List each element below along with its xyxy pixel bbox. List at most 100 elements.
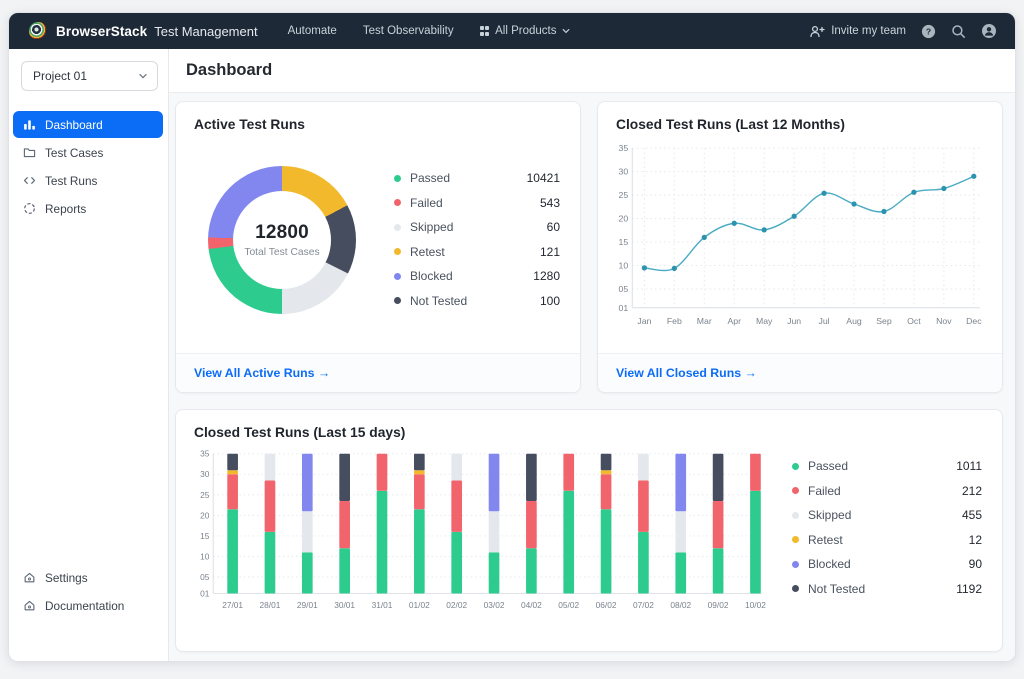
legend-value: 121 xyxy=(540,245,560,259)
app-window: BrowserStack Test Management Automate Te… xyxy=(8,12,1016,662)
primary-nav: Automate Test Observability All Products xyxy=(288,25,571,37)
page-title: Dashboard xyxy=(186,61,272,80)
legend-item-skipped: Skipped 60 xyxy=(394,215,560,240)
card-footer: View All Closed Runs → xyxy=(598,353,1002,392)
nav-link-all-products[interactable]: All Products xyxy=(480,25,571,37)
sidebar-item-documentation[interactable]: Documentation xyxy=(13,592,163,619)
sidebar-item-reports[interactable]: Reports xyxy=(13,195,163,222)
svg-text:01: 01 xyxy=(619,303,629,313)
svg-text:02/02: 02/02 xyxy=(446,600,467,610)
svg-text:06/02: 06/02 xyxy=(596,600,617,610)
svg-text:10: 10 xyxy=(619,261,629,271)
project-selector-value: Project 01 xyxy=(33,69,87,83)
closed-runs-legend: Passed1011Failed212Skipped455Retest12Blo… xyxy=(792,454,982,601)
svg-text:20: 20 xyxy=(619,214,629,224)
svg-text:29/01: 29/01 xyxy=(297,600,318,610)
reports-icon xyxy=(23,202,36,215)
legend-value: 1011 xyxy=(956,459,982,473)
svg-text:30: 30 xyxy=(200,469,210,479)
sidebar-item-test-cases[interactable]: Test Cases xyxy=(13,139,163,166)
svg-text:10/02: 10/02 xyxy=(745,600,766,610)
svg-text:08/02: 08/02 xyxy=(670,600,691,610)
line-chart: 3530252015100501JanFebMarAprMayJunJulAug… xyxy=(608,136,990,334)
legend-item-not_tested: Not Tested100 xyxy=(394,289,560,314)
legend-dot xyxy=(394,224,401,231)
person-plus-icon xyxy=(810,25,825,38)
project-selector[interactable]: Project 01 xyxy=(21,61,158,91)
nav-link-test-observability[interactable]: Test Observability xyxy=(363,25,454,37)
legend-label: Skipped xyxy=(410,220,453,234)
svg-text:Aug: Aug xyxy=(846,316,862,326)
legend-value: 543 xyxy=(540,196,560,210)
legend-item-blocked: Blocked90 xyxy=(792,552,982,577)
sidebar-item-label: Settings xyxy=(45,571,88,585)
legend-dot xyxy=(394,297,401,304)
legend-dot xyxy=(394,175,401,182)
legend-value: 1280 xyxy=(533,269,560,283)
legend-value: 60 xyxy=(547,220,560,234)
search-icon xyxy=(951,24,966,39)
svg-text:Feb: Feb xyxy=(667,316,682,326)
legend-item-failed: Failed543 xyxy=(394,191,560,216)
legend-item-retest: Retest12 xyxy=(792,528,982,553)
legend-value: 212 xyxy=(962,484,982,498)
legend-dot xyxy=(394,248,401,255)
svg-text:04/02: 04/02 xyxy=(521,600,542,610)
invite-my-team-button[interactable]: Invite my team xyxy=(810,25,906,38)
svg-text:35: 35 xyxy=(200,449,210,459)
help-button[interactable]: ? xyxy=(921,24,936,39)
svg-text:Apr: Apr xyxy=(727,316,741,326)
svg-text:30/01: 30/01 xyxy=(334,600,355,610)
legend-label: Skipped xyxy=(808,508,851,522)
view-all-active-runs-link[interactable]: View All Active Runs → xyxy=(194,366,330,380)
legend-value: 455 xyxy=(962,508,982,522)
closed-test-runs-15-days-card: Closed Test Runs (Last 15 days) 35302520… xyxy=(175,409,1003,652)
chevron-down-icon xyxy=(138,71,148,81)
folder-icon xyxy=(23,146,36,159)
legend-item-retest: Retest121 xyxy=(394,240,560,265)
svg-text:35: 35 xyxy=(619,143,629,153)
view-all-closed-runs-link[interactable]: View All Closed Runs → xyxy=(616,366,757,380)
legend-dot xyxy=(792,463,799,470)
top-nav: BrowserStack Test Management Automate Te… xyxy=(9,13,1015,49)
svg-text:Jan: Jan xyxy=(637,316,651,326)
sidebar-item-label: Documentation xyxy=(45,599,124,613)
legend-label: Not Tested xyxy=(808,582,865,596)
svg-text:May: May xyxy=(756,316,773,326)
nav-link-automate[interactable]: Automate xyxy=(288,25,337,37)
svg-text:10: 10 xyxy=(200,551,210,561)
sidebar-item-test-runs[interactable]: Test Runs xyxy=(13,167,163,194)
search-button[interactable] xyxy=(951,24,966,39)
legend-label: Blocked xyxy=(808,557,851,571)
sidebar-item-dashboard[interactable]: Dashboard xyxy=(13,111,163,138)
svg-text:25: 25 xyxy=(619,190,629,200)
account-button[interactable] xyxy=(981,23,997,39)
bar-chart-icon xyxy=(23,118,36,131)
total-test-cases-label: Total Test Cases xyxy=(244,247,319,258)
sidebar-item-label: Dashboard xyxy=(45,118,103,132)
legend-dot xyxy=(792,561,799,568)
legend-value: 100 xyxy=(540,294,560,308)
sidebar-item-label: Test Cases xyxy=(45,146,103,160)
legend-label: Passed xyxy=(808,459,848,473)
legend-dot xyxy=(792,512,799,519)
sidebar-item-label: Test Runs xyxy=(45,174,97,188)
chevron-down-icon xyxy=(562,27,570,35)
svg-text:09/02: 09/02 xyxy=(708,600,729,610)
svg-text:?: ? xyxy=(926,26,931,36)
avatar-icon xyxy=(981,23,997,39)
sidebar-nav: Dashboard Test Cases Test Runs xyxy=(9,111,168,222)
svg-text:Sep: Sep xyxy=(876,316,892,326)
sidebar-item-label: Reports xyxy=(45,202,86,216)
legend-label: Passed xyxy=(410,171,450,185)
svg-text:Nov: Nov xyxy=(936,316,952,326)
legend-label: Failed xyxy=(808,484,841,498)
svg-text:25: 25 xyxy=(200,490,210,500)
legend-label: Retest xyxy=(808,533,843,547)
sidebar-item-settings[interactable]: Settings xyxy=(13,564,163,591)
legend-item-skipped: Skipped 455 xyxy=(792,503,982,528)
svg-text:30: 30 xyxy=(619,167,629,177)
donut-center: 12800 Total Test Cases xyxy=(208,166,356,314)
card-title: Closed Test Runs (Last 15 days) xyxy=(176,410,1002,440)
legend-dot xyxy=(792,536,799,543)
